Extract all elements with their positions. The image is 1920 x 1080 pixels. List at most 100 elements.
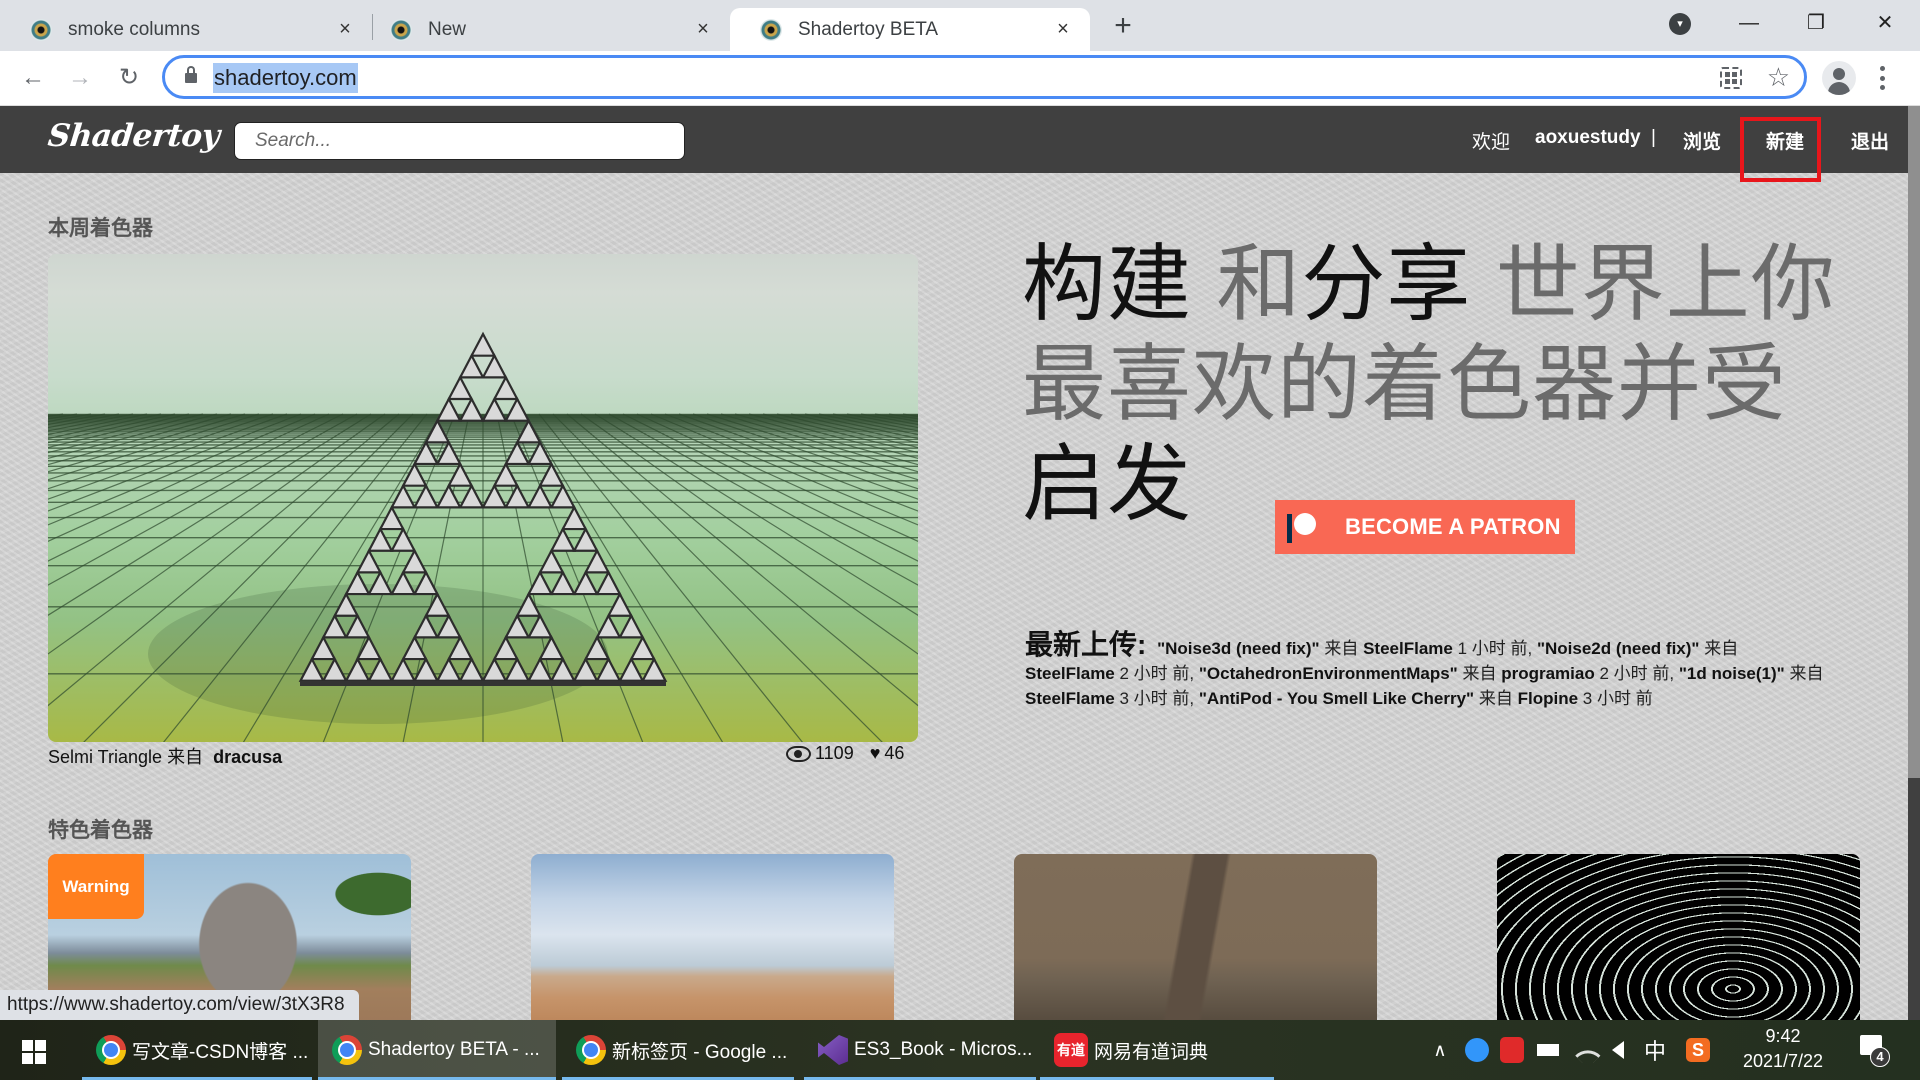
- by-label: 来自: [1704, 639, 1739, 658]
- windows-start-icon[interactable]: [22, 1040, 46, 1064]
- scrollbar-thumb[interactable]: [1908, 106, 1920, 778]
- shadertoy-favicon: [760, 18, 782, 41]
- page-scrollbar[interactable]: [1908, 106, 1920, 1020]
- upload-time: 2 小时 前: [1599, 664, 1670, 683]
- upload-time: 1 小时 前: [1457, 639, 1528, 658]
- site-header: Shadertoy 欢迎 aoxuestudy | 浏览 新建 退出: [0, 106, 1908, 182]
- close-window-button[interactable]: ✕: [1862, 6, 1908, 40]
- shadertoy-favicon: [30, 18, 52, 41]
- chrome-icon: [576, 1035, 606, 1065]
- recent-shader-link[interactable]: "Noise3d (need fix)": [1157, 639, 1320, 658]
- shader-render-canvas: [48, 331, 918, 742]
- address-bar[interactable]: shadertoy.com ☆: [162, 55, 1807, 99]
- nav-logout[interactable]: 退出: [1851, 127, 1889, 154]
- new-tab-button[interactable]: +: [1108, 9, 1138, 43]
- recent-uploads-title: 最新上传:: [1025, 629, 1147, 660]
- qr-code-icon[interactable]: [1720, 67, 1742, 89]
- shader-name-link[interactable]: Selmi Triangle: [48, 747, 162, 767]
- browser-menu-icon[interactable]: [1876, 63, 1888, 93]
- minimize-button[interactable]: —: [1726, 6, 1772, 40]
- shadertoy-page: Shadertoy 欢迎 aoxuestudy | 浏览 新建 退出 本周着色器…: [0, 106, 1908, 1020]
- taskbar-app-new-tab[interactable]: 新标签页 - Google ...: [562, 1020, 794, 1080]
- profile-avatar[interactable]: [1822, 61, 1856, 95]
- restore-button[interactable]: ❐: [1793, 6, 1839, 40]
- welcome-text: 欢迎: [1472, 132, 1511, 153]
- taskbar-app-csdn[interactable]: 写文章-CSDN博客 ...: [82, 1020, 312, 1080]
- url-text[interactable]: shadertoy.com: [213, 63, 358, 93]
- shadertoy-logo[interactable]: Shadertoy: [46, 118, 221, 154]
- volume-icon[interactable]: [1603, 1020, 1633, 1080]
- system-clock[interactable]: 9:42 2021/7/22: [1728, 1024, 1838, 1074]
- recent-author-link[interactable]: SteelFlame: [1363, 639, 1453, 658]
- clock-date: 2021/7/22: [1742, 1051, 1824, 1071]
- by-label: 来自: [1478, 689, 1513, 708]
- patreon-logo-icon: [1287, 509, 1323, 545]
- like-count: 46: [884, 743, 905, 763]
- taskbar-app-label: Shadertoy BETA - ...: [368, 1039, 540, 1060]
- hero-part: 启发: [1022, 437, 1193, 531]
- tab-title: Shadertoy BETA: [798, 18, 939, 40]
- tab-title: smoke columns: [68, 18, 200, 40]
- username-link[interactable]: aoxuestudy: [1535, 127, 1641, 149]
- tab-new[interactable]: New ×: [360, 8, 730, 51]
- wifi-icon[interactable]: [1570, 1020, 1601, 1080]
- become-patron-button[interactable]: BECOME A PATRON: [1275, 500, 1575, 554]
- featured-shaders-title: 特色着色器: [48, 819, 153, 842]
- bookmark-star-icon[interactable]: ☆: [1767, 62, 1790, 92]
- patron-label: BECOME A PATRON: [1345, 514, 1561, 539]
- browser-tab-strip: smoke columns × New × Shadertoy BETA × +…: [0, 0, 1920, 51]
- tab-shadertoy-beta[interactable]: Shadertoy BETA ×: [730, 8, 1090, 51]
- featured-shader-thumbnail[interactable]: [1014, 854, 1377, 1020]
- tab-close-icon[interactable]: ×: [1050, 18, 1076, 41]
- notification-center-icon[interactable]: 4: [1858, 1035, 1890, 1067]
- shader-of-the-week-preview[interactable]: [48, 254, 918, 742]
- recent-shader-link[interactable]: "Noise2d (need fix)": [1537, 639, 1700, 658]
- reload-button[interactable]: ↻: [112, 61, 146, 95]
- tab-close-icon[interactable]: ×: [332, 18, 358, 41]
- recent-shader-link[interactable]: "AntiPod - You Smell Like Cherry": [1199, 689, 1474, 708]
- taskbar-app-visual-studio[interactable]: ES3_Book - Micros...: [804, 1020, 1036, 1080]
- taskbar-app-label: 网易有道词典: [1094, 1041, 1209, 1063]
- taskbar-app-shadertoy[interactable]: Shadertoy BETA - ...: [318, 1020, 556, 1080]
- sogou-input-icon[interactable]: S: [1683, 1020, 1713, 1080]
- dingtalk-tray-icon[interactable]: [1462, 1020, 1492, 1080]
- featured-shader-thumbnail[interactable]: [1497, 854, 1860, 1020]
- tab-title: New: [428, 18, 467, 40]
- hero-part: 分享: [1301, 237, 1472, 331]
- recent-author-link[interactable]: Flopine: [1518, 689, 1578, 708]
- recent-author-link[interactable]: SteelFlame: [1025, 664, 1115, 683]
- eye-icon: [786, 745, 811, 762]
- forward-button[interactable]: →: [63, 61, 97, 95]
- taskbar-app-label: ES3_Book - Micros...: [854, 1039, 1033, 1060]
- recent-author-link[interactable]: programiao: [1501, 664, 1595, 683]
- ime-indicator[interactable]: 中: [1640, 1020, 1670, 1080]
- recent-author-link[interactable]: SteelFlame: [1025, 689, 1115, 708]
- back-button[interactable]: ←: [16, 61, 50, 95]
- tab-smoke-columns[interactable]: smoke columns ×: [0, 8, 372, 51]
- app-tray-icon[interactable]: [1497, 1020, 1527, 1080]
- annotation-highlight-box: [1740, 117, 1821, 182]
- nav-browse[interactable]: 浏览: [1683, 127, 1721, 154]
- weekly-shader-title: 本周着色器: [48, 217, 153, 240]
- shadertoy-favicon: [390, 18, 412, 41]
- tab-close-icon[interactable]: ×: [690, 18, 716, 41]
- recent-uploads: 最新上传: "Noise3d (need fix)" 来自 SteelFlame…: [1025, 629, 1824, 709]
- visual-studio-icon: [818, 1035, 848, 1065]
- shader-author-link[interactable]: dracusa: [213, 747, 282, 767]
- taskbar-app-youdao[interactable]: 有道 网易有道词典: [1040, 1020, 1274, 1080]
- browser-toolbar: ← → ↻ shadertoy.com ☆: [0, 51, 1920, 106]
- warning-badge: Warning: [48, 854, 144, 919]
- upload-time: 3 小时 前: [1119, 689, 1190, 708]
- lock-icon[interactable]: [185, 66, 197, 84]
- battery-charging-icon[interactable]: [1533, 1020, 1563, 1080]
- by-label: 来自: [1789, 664, 1824, 683]
- recent-shader-link[interactable]: "1d noise(1)": [1679, 664, 1785, 683]
- search-input[interactable]: [234, 122, 685, 160]
- featured-shader-thumbnail[interactable]: [531, 854, 894, 1020]
- tab-search-icon[interactable]: ▾: [1669, 13, 1691, 35]
- tray-overflow-chevron-icon[interactable]: ∧: [1428, 1020, 1452, 1080]
- recent-shader-link[interactable]: "OctahedronEnvironmentMaps": [1199, 664, 1458, 683]
- upload-time: 3 小时 前: [1582, 689, 1653, 708]
- windows-taskbar: 写文章-CSDN博客 ... Shadertoy BETA - ... 新标签页…: [0, 1020, 1920, 1080]
- taskbar-app-label: 新标签页 - Google ...: [612, 1041, 788, 1063]
